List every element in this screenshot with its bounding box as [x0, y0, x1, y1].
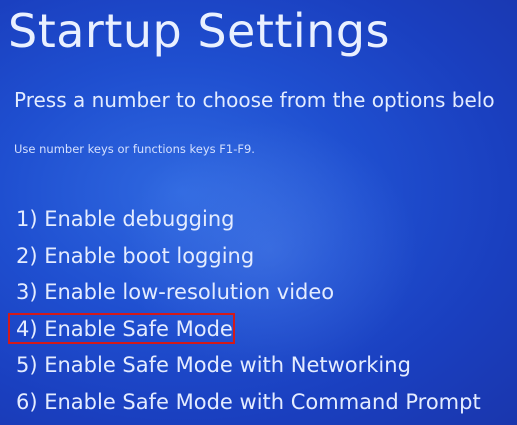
option-enable-safe-mode-networking[interactable]: 5) Enable Safe Mode with Networking [12, 350, 485, 387]
option-enable-boot-logging[interactable]: 2) Enable boot logging [12, 241, 485, 278]
page-title: Startup Settings [8, 4, 391, 58]
instructions-text: Press a number to choose from the option… [14, 88, 495, 112]
option-enable-debugging[interactable]: 1) Enable debugging [12, 204, 485, 241]
option-enable-low-resolution-video[interactable]: 3) Enable low-resolution video [12, 277, 485, 314]
option-enable-safe-mode-command-prompt[interactable]: 6) Enable Safe Mode with Command Prompt [12, 387, 485, 424]
safe-mode-highlight-box [8, 313, 235, 344]
keys-hint-text: Use number keys or functions keys F1-F9. [14, 142, 255, 156]
